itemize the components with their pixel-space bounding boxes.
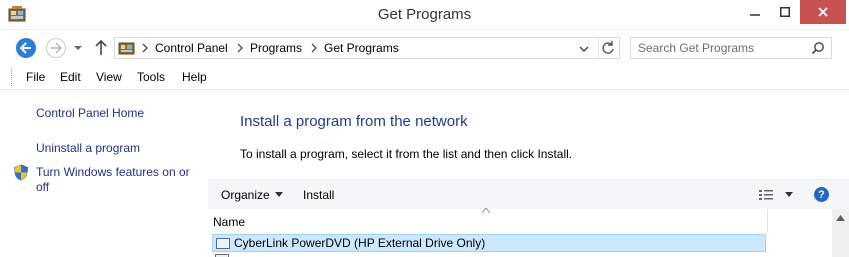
menu-file[interactable]: File — [26, 70, 45, 84]
title-bar: Get Programs — [0, 0, 849, 30]
forward-button[interactable] — [46, 38, 66, 58]
tasks-pane: Control Panel Home Uninstall a program T… — [0, 91, 207, 257]
close-icon — [818, 7, 828, 17]
back-arrow-icon — [20, 42, 31, 54]
minimize-icon — [750, 14, 760, 16]
chevron-down-icon[interactable] — [785, 192, 793, 198]
maximize-button[interactable] — [771, 0, 799, 24]
address-bar[interactable]: Control Panel Programs Get Programs — [114, 37, 620, 59]
windows-features-link[interactable]: Turn Windows features on or — [36, 165, 190, 180]
uninstall-program-link[interactable]: Uninstall a program — [36, 141, 140, 156]
program-list: Name CyberLink PowerDVD (HP External Dri… — [208, 208, 849, 257]
close-button[interactable] — [800, 0, 846, 24]
breadcrumb-separator-icon[interactable] — [236, 43, 244, 53]
column-header-name[interactable]: Name — [208, 208, 768, 233]
forward-arrow-icon — [51, 42, 62, 54]
menu-tools[interactable]: Tools — [137, 70, 165, 84]
navigation-bar: Control Panel Programs Get Programs — [0, 32, 849, 64]
breadcrumb-programs[interactable]: Programs — [250, 41, 302, 55]
minimize-button[interactable] — [741, 0, 769, 24]
menu-help[interactable]: Help — [182, 70, 207, 84]
program-name: CyberLink PowerDVD (HP External Drive On… — [234, 236, 486, 250]
menu-bar: File Edit View Tools Help — [0, 66, 849, 90]
sort-ascending-icon — [482, 208, 490, 213]
control-panel-home-link[interactable]: Control Panel Home — [36, 106, 144, 121]
window-title: Get Programs — [377, 6, 472, 23]
menu-edit[interactable]: Edit — [60, 70, 81, 84]
windows-features-link-cont[interactable]: off — [36, 180, 49, 195]
menu-view[interactable]: View — [96, 70, 122, 84]
organize-button[interactable]: Organize — [221, 188, 270, 202]
help-icon[interactable]: ? — [814, 187, 829, 202]
chevron-down-icon[interactable] — [72, 42, 84, 54]
shield-icon — [14, 164, 28, 181]
back-button[interactable] — [16, 38, 36, 58]
breadcrumb-separator-icon[interactable] — [141, 43, 149, 53]
search-box[interactable] — [630, 37, 832, 59]
list-item[interactable]: CyberLink PowerDVD (HP External Drive On… — [212, 234, 766, 252]
column-name-label: Name — [213, 215, 246, 229]
refresh-icon — [602, 41, 614, 54]
chevron-down-icon[interactable] — [275, 192, 283, 198]
menu-grip — [11, 69, 13, 86]
chevron-down-icon[interactable] — [577, 42, 591, 56]
up-arrow-icon[interactable] — [94, 39, 108, 57]
scroll-up-icon[interactable] — [836, 215, 845, 221]
view-options-icon[interactable] — [758, 188, 774, 202]
maximize-icon — [780, 7, 790, 17]
install-button[interactable]: Install — [303, 188, 334, 202]
refresh-button[interactable] — [598, 39, 618, 57]
command-bar: Organize Install ? — [208, 179, 849, 209]
search-input[interactable] — [638, 40, 808, 56]
breadcrumb-control-panel[interactable]: Control Panel — [155, 41, 228, 55]
search-icon[interactable] — [811, 41, 825, 55]
breadcrumb-separator-icon[interactable] — [310, 43, 318, 53]
instructions-text: To install a program, select it from the… — [240, 147, 573, 161]
page-heading: Install a program from the network — [240, 113, 468, 130]
breadcrumb-get-programs[interactable]: Get Programs — [324, 41, 399, 55]
vertical-scrollbar[interactable] — [832, 209, 849, 257]
control-panel-icon — [118, 42, 135, 55]
program-icon — [216, 238, 230, 249]
